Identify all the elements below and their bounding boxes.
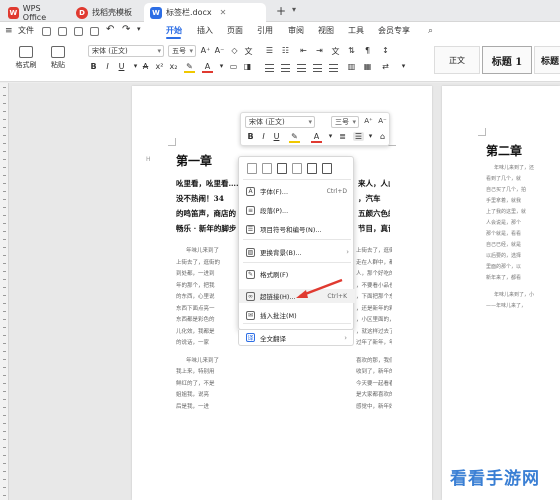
annotation-arrow [296, 278, 343, 298]
site-watermark-logo: 看看手游网 [450, 468, 540, 489]
arrow-head [296, 290, 308, 298]
